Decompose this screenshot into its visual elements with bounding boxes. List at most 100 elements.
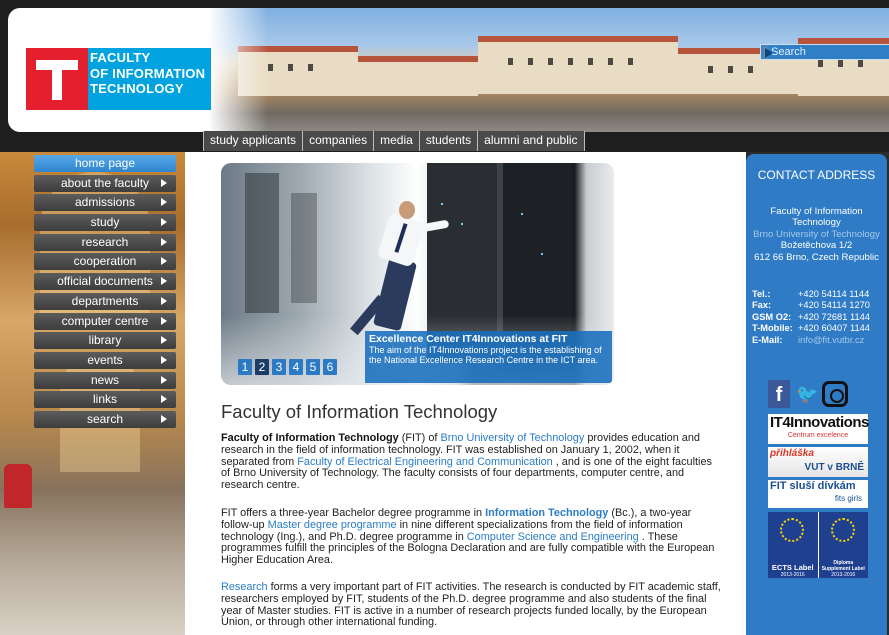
menu-item-home-page[interactable]: home page <box>34 155 176 172</box>
menu-item-news[interactable]: news <box>34 371 176 389</box>
contact-row: GSM O2: +420 72681 1144 <box>752 312 882 323</box>
contact-phones: Tel.: +420 54114 1144 Fax: +420 54114 1270 G… <box>752 289 882 346</box>
menu-item-label: official documents <box>57 274 153 289</box>
programmes-paragraph: FIT offers a three-year Bachelor degree … <box>221 507 723 567</box>
link-master-programme[interactable]: Master degree programme <box>268 519 397 531</box>
address-line: Faculty of Information <box>770 206 863 217</box>
address-line: Božetěchova 1/2 <box>780 240 853 252</box>
badge-text: FIT sluší dívkám <box>770 480 856 492</box>
topnav-study-applicants[interactable]: study applicants <box>203 131 303 151</box>
research-paragraph: Research forms a very important part of … <box>221 581 723 629</box>
contact-address: Faculty of Information Technology Brno U… <box>746 206 887 263</box>
contact-title: CONTACT ADDRESS <box>757 168 876 182</box>
email-link[interactable]: info@fit.vutbr.cz <box>798 335 864 346</box>
menu-item-computer-centre[interactable]: computer centre <box>34 312 176 330</box>
eu-stars-icon <box>780 518 804 542</box>
image-slider[interactable]: Excellence Center IT4Innovations at FIT … <box>221 163 614 385</box>
chevron-right-icon <box>161 355 167 364</box>
menu-item-search[interactable]: search <box>34 410 176 428</box>
chevron-right-icon <box>161 336 167 345</box>
topnav-media[interactable]: media <box>373 131 419 151</box>
instagram-icon[interactable] <box>822 381 848 407</box>
application-vut-badge[interactable]: přihláška VUT v BRNĚ <box>768 447 868 477</box>
slide-pager: 123456 <box>238 359 337 375</box>
badge-subtext: 2013-2016 <box>831 572 856 578</box>
address-line: 612 66 Brno, Czech Republic <box>754 251 879 263</box>
menu-item-label: library <box>88 333 122 348</box>
fit-girls-badge[interactable]: FIT sluší dívkám fits girls <box>768 480 868 508</box>
menu-item-official-documents[interactable]: official documents <box>34 273 176 291</box>
search-input[interactable] <box>769 45 889 59</box>
menu-item-admissions[interactable]: admissions <box>34 194 176 212</box>
slide-caption-title: Excellence Center IT4Innovations at FIT <box>369 333 568 345</box>
slide-page-button[interactable]: 1 <box>238 359 252 375</box>
menu-item-label: news <box>90 372 119 387</box>
page: FACULTY OF INFORMATION TECHNOLOGY ▶ stud… <box>0 0 889 635</box>
address-line: Technology <box>792 217 841 229</box>
topnav-companies[interactable]: companies <box>302 131 374 151</box>
contact-value: +420 60407 1144 <box>798 323 870 334</box>
text: (FIT) of <box>398 432 441 444</box>
menu-item-departments[interactable]: departments <box>34 292 176 310</box>
menu-item-label: about the faculty <box>60 175 150 190</box>
slide-page-button[interactable]: 6 <box>323 359 337 375</box>
badge-subtext: Centrum excelence <box>787 432 849 439</box>
slide-caption-text: The aim of the IT4Innovations project is… <box>369 345 602 365</box>
czech-flag-icon[interactable] <box>764 46 773 58</box>
logo-line: OF INFORMATION <box>90 65 206 81</box>
slide-page-button[interactable]: 3 <box>272 359 286 375</box>
chevron-right-icon <box>161 237 167 246</box>
menu-item-events[interactable]: events <box>34 351 176 369</box>
chevron-right-icon <box>161 296 167 305</box>
menu-item-study[interactable]: study <box>34 214 176 232</box>
campus-photo <box>208 8 889 132</box>
top-navigation: study applicants companies media student… <box>203 131 585 151</box>
chair-decoration <box>4 464 32 508</box>
it4innovations-badge[interactable]: IT4Innovations Centrum excelence <box>768 414 869 444</box>
slide-page-button[interactable]: 4 <box>289 359 303 375</box>
contact-label: T-Mobile: <box>752 323 793 334</box>
link-feec[interactable]: Faculty of Electrical Engineering and Co… <box>297 456 552 468</box>
header-banner: FACULTY OF INFORMATION TECHNOLOGY ▶ <box>8 8 889 132</box>
logo-line: TECHNOLOGY <box>90 81 184 96</box>
menu-item-about-the-faculty[interactable]: about the faculty <box>34 174 176 192</box>
link-brno-university[interactable]: Brno University of Technology <box>440 432 584 444</box>
menu-item-label: links <box>92 392 117 407</box>
link-research[interactable]: Research <box>221 581 268 593</box>
slide-page-button[interactable]: 5 <box>306 359 320 375</box>
contact-label: Tel.: <box>752 289 771 299</box>
menu-item-label: departments <box>71 293 139 308</box>
topnav-alumni-and-public[interactable]: alumni and public <box>477 131 585 151</box>
menu-item-library[interactable]: library <box>34 332 176 350</box>
ects-label-badge[interactable]: ECTS Label 2013-2016 Diploma Supplement … <box>768 512 868 578</box>
badge-subtext: 2013-2016 <box>780 572 805 578</box>
contact-label: E-Mail: <box>752 334 783 345</box>
contact-row: T-Mobile: +420 60407 1144 <box>752 323 882 334</box>
facebook-icon[interactable]: f <box>768 380 790 408</box>
contact-value: +420 54114 1270 <box>798 300 870 311</box>
slide-person-figure <box>350 201 450 341</box>
header: FACULTY OF INFORMATION TECHNOLOGY ▶ stud… <box>0 0 889 152</box>
menu-item-links[interactable]: links <box>34 391 176 409</box>
menu-item-label: cooperation <box>73 254 137 269</box>
contact-row: Fax: +420 54114 1270 <box>752 300 882 311</box>
logo-t-mark <box>26 48 88 110</box>
contact-label: Fax: <box>752 300 772 311</box>
chevron-right-icon <box>161 395 167 404</box>
contact-value: +420 54114 1144 <box>798 289 870 299</box>
menu-item-cooperation[interactable]: cooperation <box>34 253 176 271</box>
link-information-technology[interactable]: Information Technology <box>485 507 608 519</box>
link-brno-university-contact[interactable]: Brno University of Technology <box>746 229 887 240</box>
menu-item-label: search <box>86 411 124 426</box>
logo-line: FACULTY <box>90 50 151 65</box>
twitter-icon[interactable]: 🐦 <box>796 384 818 404</box>
slide-caption[interactable]: Excellence Center IT4Innovations at FIT … <box>365 331 612 383</box>
faculty-logo[interactable]: FACULTY OF INFORMATION TECHNOLOGY <box>26 48 211 110</box>
main-menu: home page about the faculty admissions stud… <box>34 155 176 431</box>
menu-item-label: home page <box>74 156 136 170</box>
link-computer-science[interactable]: Computer Science and Engineering <box>467 531 639 543</box>
menu-item-research[interactable]: research <box>34 233 176 251</box>
slide-page-button[interactable]: 2 <box>255 359 269 375</box>
topnav-students[interactable]: students <box>418 131 478 151</box>
diploma-supplement-label: Diploma Supplement Label 2013-2016 <box>819 512 869 578</box>
